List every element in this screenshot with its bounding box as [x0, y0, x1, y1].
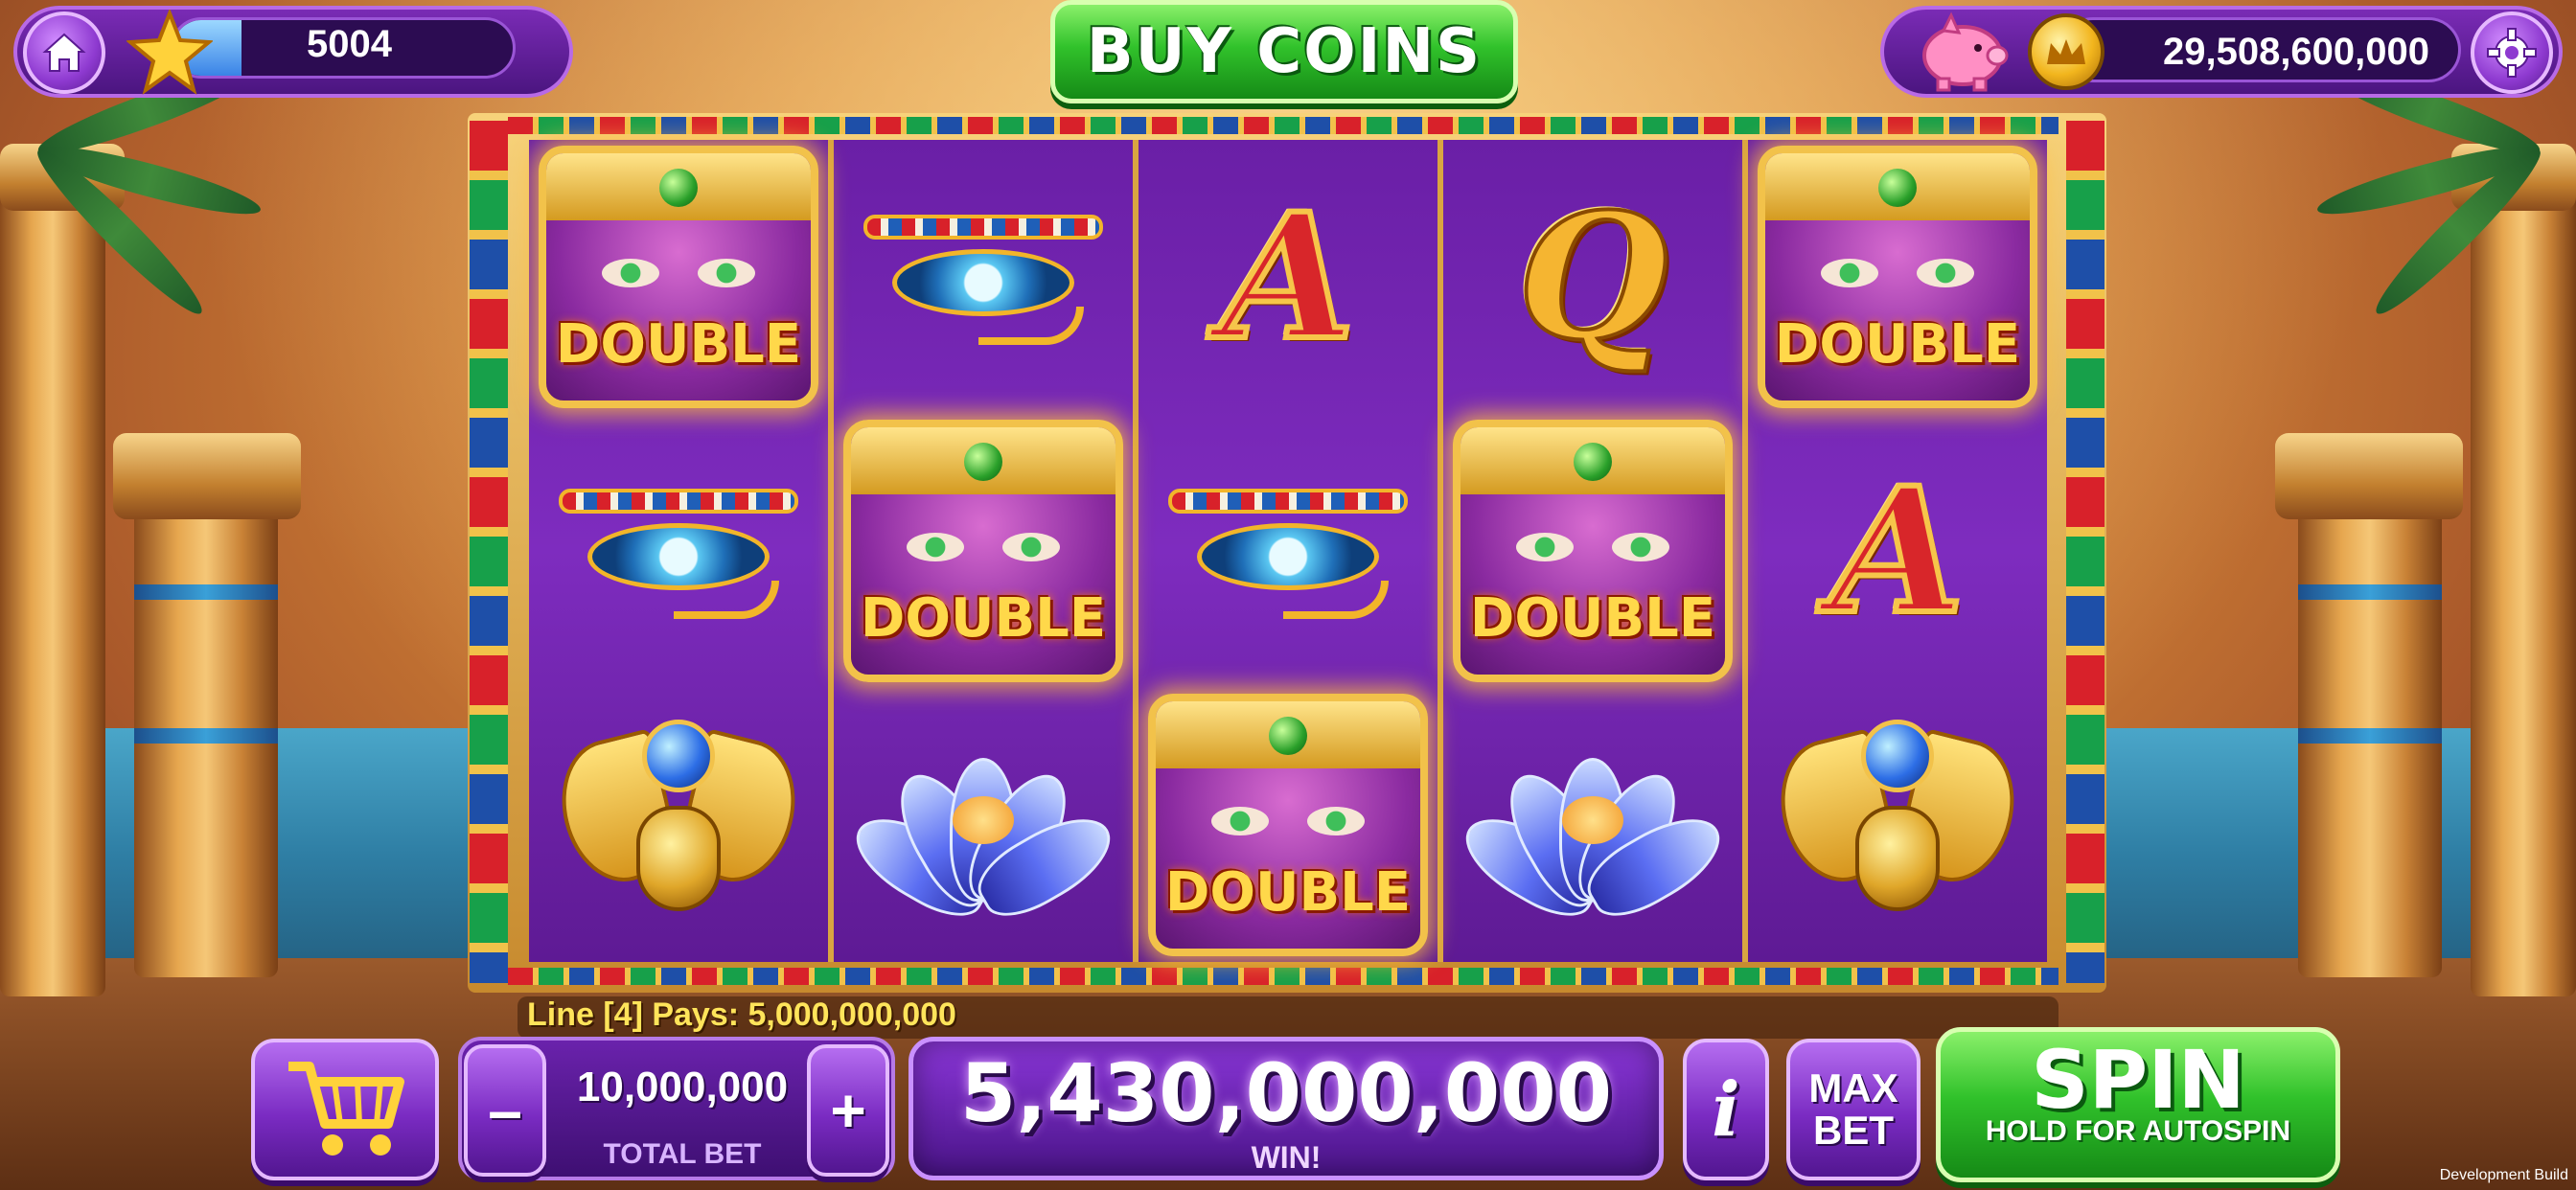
reel-cell	[834, 140, 1133, 414]
reel-cell	[1748, 688, 2047, 962]
reel-cell: DOUBLE	[529, 140, 828, 414]
double-wild-symbol: DOUBLE	[1148, 694, 1428, 956]
reel-cell	[529, 688, 828, 962]
development-build-label: Development Build	[2439, 1167, 2568, 1183]
lotus-symbol	[1451, 729, 1735, 931]
double-wild-symbol: DOUBLE	[843, 420, 1123, 682]
letter-a-symbol: A	[1218, 173, 1358, 381]
shopping-cart-icon	[288, 1062, 404, 1156]
reel-cell: DOUBLE	[1138, 688, 1438, 962]
gear-icon	[2487, 28, 2537, 78]
double-label: DOUBLE	[1164, 861, 1412, 924]
letter-q-symbol: Q	[1516, 174, 1670, 380]
line-pays-text: Line [4] Pays: 5,000,000,000	[527, 996, 956, 1033]
reel-1: DOUBLE	[529, 140, 828, 962]
double-label: DOUBLE	[1774, 313, 2021, 376]
reel-cell	[1138, 414, 1438, 688]
coin-balance-panel: 29,508,600,000	[2060, 17, 2461, 82]
spin-label[interactable]: SPIN	[1936, 1033, 2340, 1127]
level-value: 5004	[307, 23, 392, 65]
eye-of-horus-symbol	[863, 215, 1103, 345]
letter-a-symbol: A	[1828, 447, 1967, 655]
reel-cell	[529, 414, 828, 688]
reel-5: DOUBLE A	[1748, 140, 2047, 962]
buy-coins-label: BUY COINS	[1086, 16, 1483, 87]
eye-of-horus-symbol	[1168, 489, 1408, 619]
double-label: DOUBLE	[1469, 587, 1716, 650]
reel-4: Q DOUBLE	[1443, 140, 1742, 962]
total-bet-value: 10,000,000	[576, 1064, 789, 1110]
minus-label: –	[488, 1076, 522, 1145]
reel-cell: DOUBLE	[1443, 414, 1742, 688]
scarab-symbol	[1766, 710, 2029, 940]
win-amount: 5,430,000,000	[959, 1046, 1613, 1140]
spin-sub-label[interactable]: HOLD FOR AUTOSPIN	[1936, 1115, 2340, 1148]
max-bet-button[interactable]: MAX BET	[1786, 1039, 1920, 1180]
scarab-symbol	[547, 710, 810, 940]
star-icon	[126, 10, 213, 95]
gold-coin-icon	[2028, 13, 2104, 90]
reel-cell	[834, 688, 1133, 962]
home-icon	[42, 33, 86, 72]
increase-bet-button[interactable]: +	[807, 1044, 889, 1177]
reel-cell: A	[1138, 140, 1438, 414]
shop-button[interactable]	[251, 1039, 439, 1180]
max-bet-label: MAX BET	[1808, 1065, 1898, 1153]
reel-cell: DOUBLE	[1748, 140, 2047, 414]
reel-cell	[1443, 688, 1742, 962]
reel-3: A DOUBLE	[1138, 140, 1438, 962]
total-bet-label: TOTAL BET	[603, 1138, 762, 1170]
reel-2: DOUBLE	[834, 140, 1133, 962]
slot-reels[interactable]: DOUBLE DOUBLE A DOUBLE Q DOUBLE DOUBLE A	[529, 140, 2047, 962]
settings-button[interactable]	[2471, 11, 2553, 94]
buy-coins-button[interactable]: BUY COINS	[1050, 0, 1518, 103]
double-label: DOUBLE	[860, 587, 1107, 650]
plus-label: +	[830, 1076, 866, 1145]
lotus-symbol	[841, 729, 1125, 931]
double-label: DOUBLE	[555, 313, 802, 376]
frame-border-left	[470, 121, 508, 983]
reel-cell: DOUBLE	[834, 414, 1133, 688]
decrease-bet-button[interactable]: –	[464, 1044, 546, 1177]
double-wild-symbol: DOUBLE	[1453, 420, 1733, 682]
frame-border-right	[2066, 121, 2104, 983]
frame-border-top	[508, 117, 2058, 134]
reel-cell: A	[1748, 414, 2047, 688]
double-wild-symbol: DOUBLE	[539, 146, 818, 408]
frame-border-bottom	[508, 968, 2058, 985]
reel-cell: Q	[1443, 140, 1742, 414]
win-label: WIN!	[1251, 1140, 1322, 1175]
info-label: i	[1712, 1065, 1740, 1154]
info-button[interactable]: i	[1683, 1039, 1769, 1180]
eye-of-horus-symbol	[559, 489, 798, 619]
double-wild-symbol: DOUBLE	[1758, 146, 2037, 408]
home-button[interactable]	[23, 11, 105, 94]
coin-balance: 29,508,600,000	[2162, 31, 2430, 73]
piggy-bank-icon[interactable]	[1915, 11, 2011, 92]
